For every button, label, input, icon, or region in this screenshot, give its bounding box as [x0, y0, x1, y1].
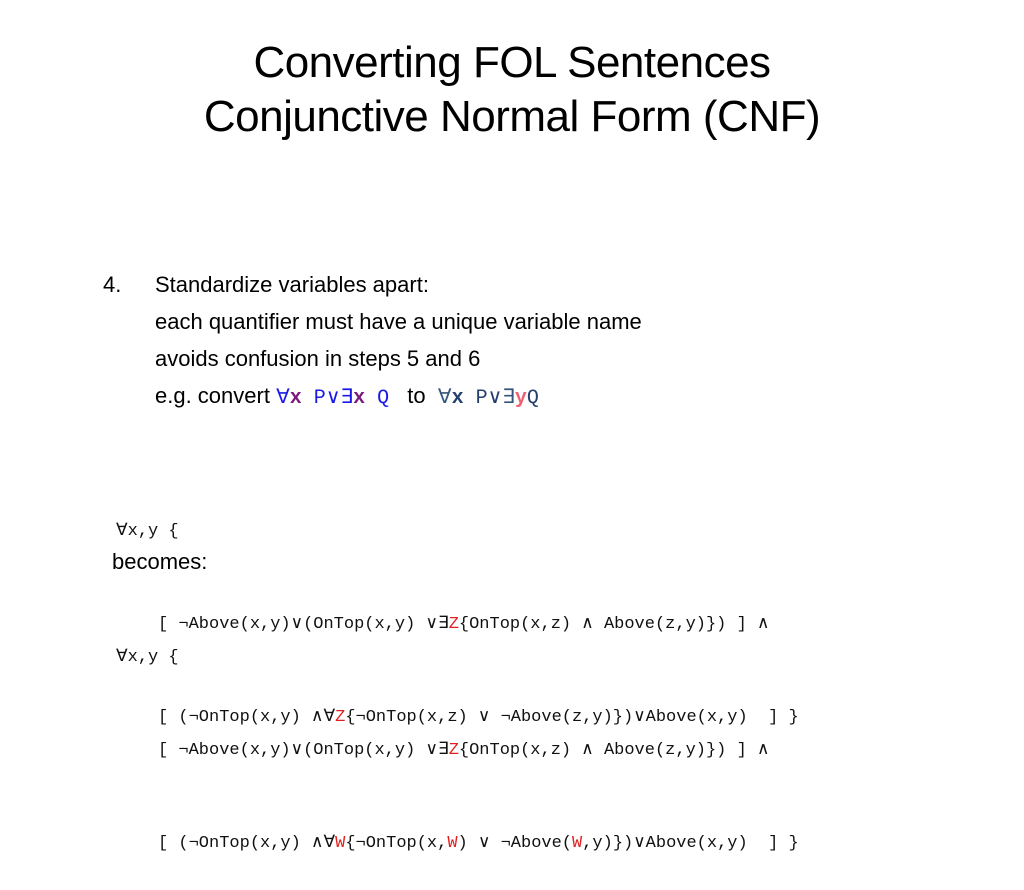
becomes-label: becomes:	[112, 549, 208, 574]
predicate-p: P	[313, 387, 326, 410]
formula-text: ,y)})∨Above(x,y) ] }	[582, 834, 799, 853]
renamed-var: W	[447, 834, 458, 853]
forall-symbol: ∀	[276, 387, 290, 410]
formula-header: ∀x,y {	[116, 522, 179, 541]
exists-symbol: ∃	[437, 741, 449, 760]
formula-text: {¬OnTop(x,	[345, 834, 448, 853]
exists-symbol: ∃	[340, 387, 354, 410]
example-var: x	[289, 387, 302, 410]
forall-symbol: ∀	[437, 387, 452, 410]
formula-text: [ (¬OnTop(x,y) ∧	[158, 834, 324, 853]
step-heading: Standardize variables apart:	[155, 272, 429, 297]
renamed-var: W	[572, 834, 583, 853]
formula-header: ∀x,y {	[116, 648, 179, 667]
step-example: e.g. convert ∀x P∨∃x Q to ∀x P∨∃yQ	[155, 377, 642, 417]
formula-text: [ ¬Above(x,y)∨(OnTop(x,y) ∨	[158, 741, 438, 760]
converted-formula: ∀x,y { [ ¬Above(x,y)∨(OnTop(x,y) ∨∃Z{OnT…	[116, 580, 799, 890]
title-line-2: Conjunctive Normal Form (CNF)	[203, 92, 821, 141]
predicate-p: P	[475, 387, 488, 410]
example-var: x	[353, 387, 366, 410]
example-var: x	[451, 387, 464, 410]
renamed-var: y	[514, 387, 527, 410]
formula-line-1: [ ¬Above(x,y)∨(OnTop(x,y) ∨∃Z{OnTop(x,z)…	[116, 735, 799, 766]
example-prefix: e.g. convert	[155, 383, 270, 408]
formula-text: ) ∨ ¬Above(	[457, 834, 573, 853]
step-line-2: avoids confusion in steps 5 and 6	[155, 346, 481, 371]
formula-text: {OnTop(x,z) ∧ Above(z,y)}) ] ∧	[458, 741, 770, 760]
renamed-var: W	[335, 834, 346, 853]
or-symbol: ∨	[325, 387, 341, 410]
formula-line-2: [ (¬OnTop(x,y) ∧∀W{¬OnTop(x,W) ∨ ¬Above(…	[116, 828, 799, 859]
title-line-1: Converting FOL Sentences	[253, 38, 771, 87]
example-to: to	[407, 383, 426, 408]
forall-symbol: ∀	[323, 834, 336, 853]
exists-symbol: ∃	[502, 387, 515, 410]
predicate-q: Q	[377, 387, 390, 410]
or-symbol: ∨	[487, 387, 503, 410]
example-after: ∀x P∨∃yQ	[438, 387, 539, 410]
step-number: 4.	[103, 272, 122, 297]
example-before: ∀x P∨∃x Q	[276, 387, 401, 410]
predicate-q: Q	[526, 387, 539, 410]
slide-title: Converting FOL Sentences Conjunctive Nor…	[0, 36, 1024, 144]
step-line-1: each quantifier must have a unique varia…	[155, 309, 642, 334]
highlighted-var: Z	[448, 741, 459, 760]
step-body: Standardize variables apart: each quanti…	[155, 266, 642, 417]
